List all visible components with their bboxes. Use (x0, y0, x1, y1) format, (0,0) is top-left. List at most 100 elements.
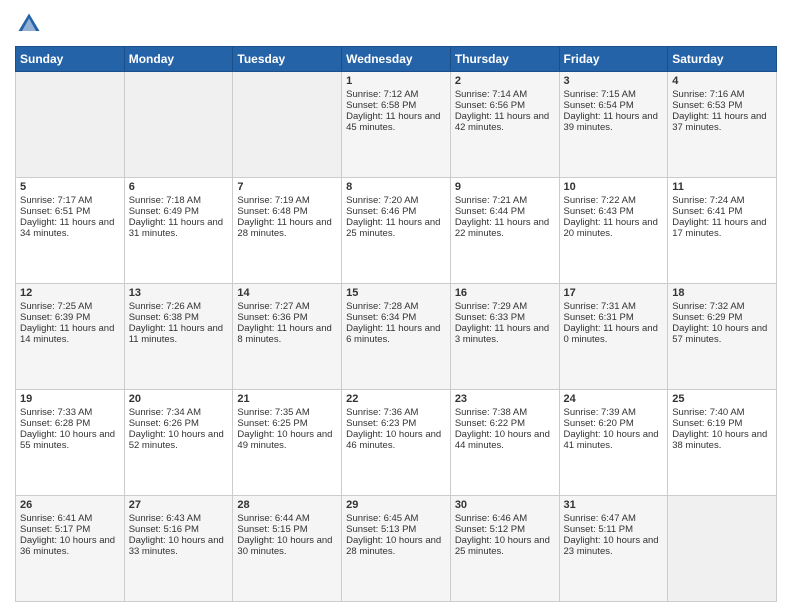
day-number: 30 (455, 499, 555, 511)
header-row: SundayMondayTuesdayWednesdayThursdayFrid… (16, 47, 777, 72)
day-number: 29 (346, 499, 446, 511)
logo-icon (15, 10, 43, 38)
day-info: Sunrise: 7:39 AM (564, 407, 664, 418)
day-number: 5 (20, 181, 120, 193)
day-info: Daylight: 10 hours and 33 minutes. (129, 535, 229, 557)
header (15, 10, 777, 38)
calendar-cell: 15Sunrise: 7:28 AMSunset: 6:34 PMDayligh… (342, 284, 451, 390)
day-info: Sunrise: 7:27 AM (237, 301, 337, 312)
day-info: Daylight: 10 hours and 57 minutes. (672, 323, 772, 345)
day-info: Sunset: 6:39 PM (20, 312, 120, 323)
weekday-header-friday: Friday (559, 47, 668, 72)
calendar-cell: 5Sunrise: 7:17 AMSunset: 6:51 PMDaylight… (16, 178, 125, 284)
day-info: Daylight: 11 hours and 45 minutes. (346, 111, 446, 133)
day-info: Sunset: 5:11 PM (564, 524, 664, 535)
day-number: 2 (455, 75, 555, 87)
calendar-cell: 30Sunrise: 6:46 AMSunset: 5:12 PMDayligh… (450, 496, 559, 602)
day-info: Daylight: 11 hours and 28 minutes. (237, 217, 337, 239)
day-info: Sunrise: 6:43 AM (129, 513, 229, 524)
day-info: Sunrise: 7:32 AM (672, 301, 772, 312)
day-number: 23 (455, 393, 555, 405)
day-info: Sunset: 6:44 PM (455, 206, 555, 217)
calendar-cell: 19Sunrise: 7:33 AMSunset: 6:28 PMDayligh… (16, 390, 125, 496)
day-info: Daylight: 11 hours and 11 minutes. (129, 323, 229, 345)
day-number: 17 (564, 287, 664, 299)
day-info: Sunrise: 6:47 AM (564, 513, 664, 524)
day-info: Daylight: 11 hours and 14 minutes. (20, 323, 120, 345)
calendar-cell: 22Sunrise: 7:36 AMSunset: 6:23 PMDayligh… (342, 390, 451, 496)
day-info: Daylight: 11 hours and 34 minutes. (20, 217, 120, 239)
calendar-cell: 24Sunrise: 7:39 AMSunset: 6:20 PMDayligh… (559, 390, 668, 496)
weekday-header-monday: Monday (124, 47, 233, 72)
day-info: Sunrise: 7:36 AM (346, 407, 446, 418)
day-info: Sunrise: 6:46 AM (455, 513, 555, 524)
calendar-week-3: 12Sunrise: 7:25 AMSunset: 6:39 PMDayligh… (16, 284, 777, 390)
day-info: Sunrise: 7:17 AM (20, 195, 120, 206)
day-number: 16 (455, 287, 555, 299)
calendar-cell: 13Sunrise: 7:26 AMSunset: 6:38 PMDayligh… (124, 284, 233, 390)
day-info: Sunset: 6:46 PM (346, 206, 446, 217)
day-number: 12 (20, 287, 120, 299)
day-info: Sunset: 6:56 PM (455, 100, 555, 111)
day-number: 26 (20, 499, 120, 511)
calendar-cell: 2Sunrise: 7:14 AMSunset: 6:56 PMDaylight… (450, 72, 559, 178)
calendar-cell: 20Sunrise: 7:34 AMSunset: 6:26 PMDayligh… (124, 390, 233, 496)
day-info: Daylight: 10 hours and 25 minutes. (455, 535, 555, 557)
calendar-cell (124, 72, 233, 178)
day-info: Sunset: 5:15 PM (237, 524, 337, 535)
day-info: Sunrise: 7:35 AM (237, 407, 337, 418)
calendar-cell: 26Sunrise: 6:41 AMSunset: 5:17 PMDayligh… (16, 496, 125, 602)
day-number: 27 (129, 499, 229, 511)
day-info: Sunset: 6:19 PM (672, 418, 772, 429)
day-info: Sunrise: 7:33 AM (20, 407, 120, 418)
calendar-cell: 12 Sunrise: 7:25 AMSunset: 6:39 PMDayligh… (16, 284, 125, 390)
day-info: Sunset: 6:38 PM (129, 312, 229, 323)
calendar-cell: 17Sunrise: 7:31 AMSunset: 6:31 PMDayligh… (559, 284, 668, 390)
day-info: Sunset: 6:58 PM (346, 100, 446, 111)
day-info: Sunrise: 7:15 AM (564, 89, 664, 100)
calendar-cell: 6Sunrise: 7:18 AMSunset: 6:49 PMDaylight… (124, 178, 233, 284)
day-info: Sunrise: 7:18 AM (129, 195, 229, 206)
day-info: Sunset: 6:29 PM (672, 312, 772, 323)
day-info: Daylight: 11 hours and 20 minutes. (564, 217, 664, 239)
day-number: 4 (672, 75, 772, 87)
day-info: Sunrise: 7:25 AM (20, 301, 120, 312)
day-info: Sunset: 6:48 PM (237, 206, 337, 217)
day-info: Daylight: 11 hours and 8 minutes. (237, 323, 337, 345)
day-number: 22 (346, 393, 446, 405)
day-number: 15 (346, 287, 446, 299)
day-info: Daylight: 11 hours and 31 minutes. (129, 217, 229, 239)
day-info: Sunset: 6:23 PM (346, 418, 446, 429)
calendar-cell: 11Sunrise: 7:24 AMSunset: 6:41 PMDayligh… (668, 178, 777, 284)
day-number: 10 (564, 181, 664, 193)
day-info: Daylight: 11 hours and 17 minutes. (672, 217, 772, 239)
day-number: 24 (564, 393, 664, 405)
day-number: 3 (564, 75, 664, 87)
day-info: Sunrise: 7:12 AM (346, 89, 446, 100)
day-number: 6 (129, 181, 229, 193)
day-info: Daylight: 11 hours and 37 minutes. (672, 111, 772, 133)
day-number: 31 (564, 499, 664, 511)
day-number: 8 (346, 181, 446, 193)
calendar-week-5: 26Sunrise: 6:41 AMSunset: 5:17 PMDayligh… (16, 496, 777, 602)
calendar-cell: 10Sunrise: 7:22 AMSunset: 6:43 PMDayligh… (559, 178, 668, 284)
day-info: Daylight: 11 hours and 22 minutes. (455, 217, 555, 239)
day-info: Sunset: 6:31 PM (564, 312, 664, 323)
calendar-cell (668, 496, 777, 602)
calendar-cell: 7Sunrise: 7:19 AMSunset: 6:48 PMDaylight… (233, 178, 342, 284)
day-info: Daylight: 11 hours and 3 minutes. (455, 323, 555, 345)
calendar-cell: 28Sunrise: 6:44 AMSunset: 5:15 PMDayligh… (233, 496, 342, 602)
day-number: 25 (672, 393, 772, 405)
day-info: Sunrise: 7:31 AM (564, 301, 664, 312)
page: SundayMondayTuesdayWednesdayThursdayFrid… (0, 0, 792, 612)
calendar-cell: 29Sunrise: 6:45 AMSunset: 5:13 PMDayligh… (342, 496, 451, 602)
weekday-header-thursday: Thursday (450, 47, 559, 72)
day-info: Sunset: 6:41 PM (672, 206, 772, 217)
day-info: Sunrise: 7:38 AM (455, 407, 555, 418)
calendar-cell: 18Sunrise: 7:32 AMSunset: 6:29 PMDayligh… (668, 284, 777, 390)
day-info: Sunset: 5:13 PM (346, 524, 446, 535)
day-info: Sunset: 6:36 PM (237, 312, 337, 323)
day-number: 11 (672, 181, 772, 193)
day-info: Daylight: 11 hours and 39 minutes. (564, 111, 664, 133)
day-info: Sunrise: 7:34 AM (129, 407, 229, 418)
